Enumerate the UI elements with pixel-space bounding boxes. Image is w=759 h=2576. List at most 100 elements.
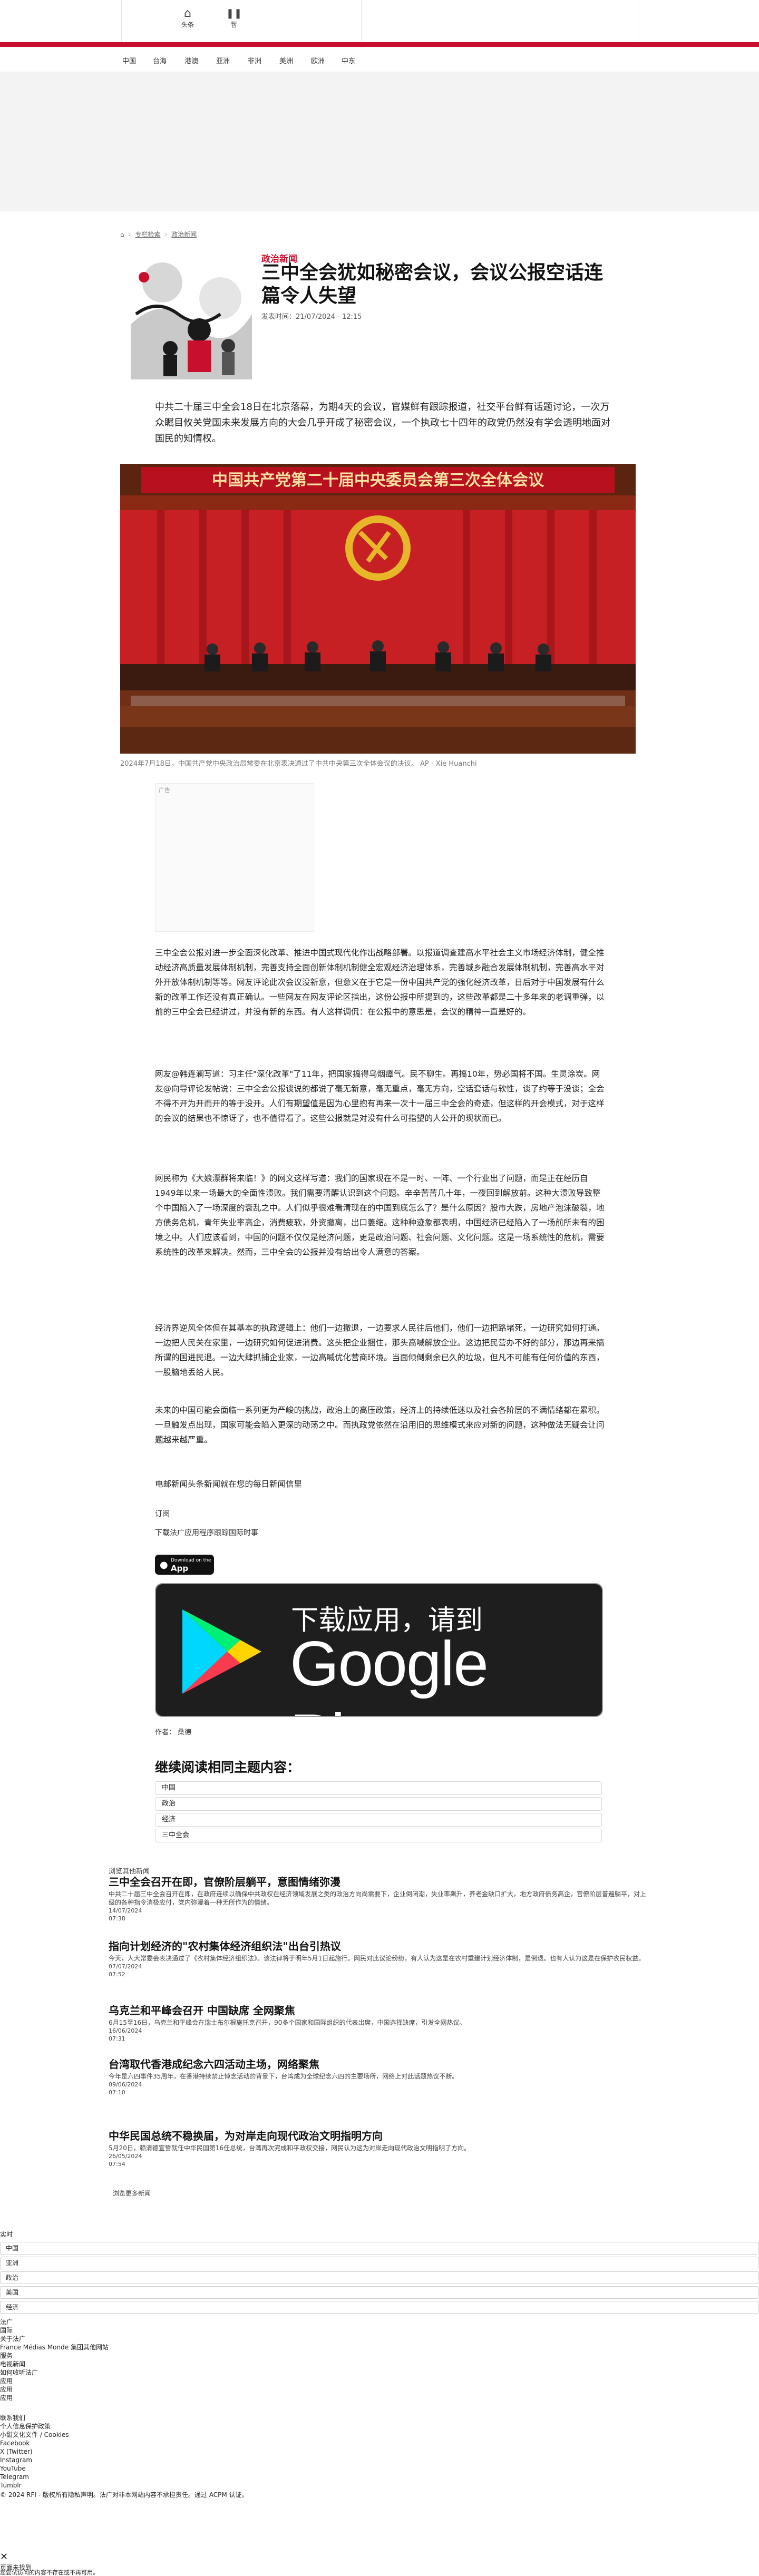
article-author: 作者： 桑德 (155, 1729, 192, 1736)
article-title: 三中全会犹如秘密会议，会议公报空话连篇令人失望 (261, 262, 604, 307)
news-time: 07:10 (109, 2089, 125, 2096)
nav-taiwan-strait[interactable]: 台海 (153, 55, 167, 65)
footer-copyright: © 2024 RFI - 版权所有隐私声明。法广对非本网站内容不承担责任。通过 … (0, 2491, 248, 2499)
footer-live-label: 实时 (0, 2231, 13, 2238)
footer-select-value: 亚洲 (6, 2259, 19, 2267)
footer-link[interactable]: 联系我们 (0, 2414, 25, 2422)
nav-americas[interactable]: 美洲 (279, 55, 293, 65)
news-date: 07/07/2024 (109, 1963, 142, 1970)
article-paragraph: 三中全会公报对进一步全面深化改革、推进中国式现代化作出战略部署。以报道调查建高水… (155, 948, 605, 1017)
footer-link[interactable]: 关于法广 (0, 2335, 25, 2343)
footer-link[interactable]: 应用 (0, 2394, 13, 2402)
footer-select[interactable]: 中国 (0, 2242, 759, 2255)
article-paragraph: 未来的中国可能会面临一系列更为严峻的挑战，政治上的高压政策，经济上的持续低迷以及… (155, 1406, 605, 1445)
footer-select[interactable]: 美国 (0, 2286, 759, 2299)
breadcrumb-home-icon[interactable]: ⌂ (120, 231, 124, 238)
related-tag[interactable]: 中国 (155, 1781, 602, 1795)
news-date: 14/07/2024 (109, 1907, 142, 1914)
footer-link[interactable]: 服务 (0, 2351, 13, 2360)
news-date: 26/05/2024 (109, 2153, 142, 2160)
article-photo: 中国共产党第二十届中央委员会第三次全体会议 (120, 464, 636, 754)
top-bar-divider (121, 0, 122, 42)
top-bar: ⌂ 头条 ❚❚ 暂 (0, 0, 759, 42)
app-store-label: App Store (171, 1564, 195, 1583)
news-summary: 今年是六四事件35周年，在香港持续禁止悼念活动的背景下，台湾成为全球纪念六四的主… (109, 2073, 459, 2080)
breadcrumb: ⌂ › 专栏检索 › 政治新闻 (120, 231, 197, 238)
nav-africa[interactable]: 非洲 (248, 55, 261, 65)
footer-social-telegram[interactable]: Telegram (0, 2473, 29, 2481)
footer-link[interactable]: 应用 (0, 2385, 13, 2394)
footer-link[interactable]: 电视新闻 (0, 2360, 25, 2368)
close-icon[interactable]: ✕ (0, 2552, 8, 2562)
news-date: 16/06/2024 (109, 2027, 142, 2034)
publish-date: 发表时间：21/07/2024 - 12:15 (261, 313, 362, 321)
footer-social-youtube[interactable]: YouTube (0, 2464, 26, 2473)
top-ad-slot (0, 72, 759, 211)
footer-social-facebook[interactable]: Facebook (0, 2439, 30, 2447)
footer-social-instagram[interactable]: Instagram (0, 2456, 32, 2464)
news-title: 指向计划经济的"农村集体经济组织法"出台引热议 (109, 1940, 341, 1953)
error-text: 您尝试访问的内容不存在或不再可用。 (0, 2569, 99, 2576)
news-time: 07:52 (109, 1971, 125, 1978)
pause-icon: ❚❚ (226, 8, 242, 19)
nav-china[interactable]: 中国 (122, 55, 136, 65)
top-bar-divider (361, 0, 362, 42)
related-tag-label: 政治 (162, 1800, 176, 1808)
newsletter-promo[interactable]: 电邮新闻头条新闻就在您的每日新闻信里 (155, 1477, 606, 1491)
news-summary: 今天，人大常委会表决通过了《农村集体经济组织法》。该法律将于明年5月1日起施行。… (109, 1955, 645, 1962)
news-time: 07:31 (109, 2035, 125, 2042)
footer-link[interactable]: 如何收听法广 (0, 2368, 38, 2377)
footer-select-value: 政治 (6, 2274, 19, 2281)
news-date: 09/06/2024 (109, 2081, 142, 2088)
related-tag-label: 中国 (162, 1784, 176, 1792)
footer-link[interactable]: 小甜文化文件 / Cookies (0, 2431, 69, 2439)
footer-select[interactable]: 经济 (0, 2301, 759, 2314)
related-tag[interactable]: 三中全会 (155, 1829, 602, 1842)
mid-ad-slot: 广告 (155, 783, 314, 932)
ad-label: 广告 (159, 787, 170, 794)
footer-link[interactable]: 法广 (0, 2318, 13, 2326)
news-item[interactable]: 中华民国总统不稳换届，为对岸走向现代政治文明指明方向 5月20日，赖清德宣誓就任… (109, 2129, 649, 2168)
more-news-link[interactable]: 浏览更多新闻 (113, 2189, 151, 2198)
breadcrumb-politics[interactable]: 政治新闻 (171, 231, 197, 238)
footer-link[interactable]: 应用 (0, 2377, 13, 2385)
nav-europe[interactable]: 欧洲 (311, 55, 325, 65)
footer-link[interactable]: France Médias Monde 集团其他网站 (0, 2343, 109, 2351)
footer-social-tumblr[interactable]: Tumblr (0, 2481, 22, 2490)
subscribe-link[interactable]: 订阅 (155, 1508, 170, 1519)
news-summary: 6月15至16日，乌克兰和平峰会在瑞士布尔根施托克召开，90多个国家和国际组织的… (109, 2019, 466, 2026)
news-item[interactable]: 乌克兰和平峰会召开 中国缺席 全网聚焦 6月15至16日，乌克兰和平峰会在瑞士布… (109, 2004, 649, 2043)
article-lead: 中共二十届三中全会18日在北京落幕，为期4天的会议，官媒鲜有跟踪报道，社交平台鲜… (155, 402, 610, 444)
related-heading: 继续阅读相同主题内容： (155, 1760, 300, 1775)
photo-caption: 2024年7月18日，中国共产党中央政治局常委在北京表决通过了中共中央第三次全体… (120, 760, 477, 768)
breadcrumb-columns[interactable]: 专栏检索 (135, 231, 160, 238)
nav-asia[interactable]: 亚洲 (216, 55, 230, 65)
footer-select[interactable]: 政治 (0, 2271, 759, 2284)
nav-middle-east[interactable]: 中东 (342, 55, 355, 65)
footer-social-x[interactable]: X (Twitter) (0, 2447, 33, 2456)
main-nav: 中国 台海 港澳 亚洲 非洲 美洲 欧洲 中东 (0, 47, 759, 72)
tab-pause[interactable]: ❚❚ 暂 (218, 7, 250, 29)
news-time: 07:38 (109, 1915, 125, 1922)
related-tag[interactable]: 经济 (155, 1813, 602, 1827)
brand-red-bar (0, 42, 759, 47)
google-play-banner[interactable]: 下载应用，请到 Google Play (155, 1583, 603, 1717)
column-illustration (120, 251, 253, 379)
news-title: 乌克兰和平峰会召开 中国缺席 全网聚焦 (109, 2004, 295, 2017)
footer-link[interactable]: 国际 (0, 2326, 13, 2335)
news-item[interactable]: 指向计划经济的"农村集体经济组织法"出台引热议 今天，人大常委会表决通过了《农村… (109, 1939, 649, 1978)
tab-pause-label: 暂 (230, 21, 237, 28)
news-summary: 5月20日，赖清德宣誓就任中华民国第16任总统，台湾再次完成和平政权交接，网民认… (109, 2144, 471, 2152)
latest-news-heading: 浏览其他新闻 (109, 1868, 150, 1876)
related-tag-label: 三中全会 (162, 1831, 190, 1839)
news-item[interactable]: 三中全会召开在即，官僚阶层躺平，意图情绪弥漫 中共二十届三中全会召开在即，在政府… (109, 1875, 649, 1923)
related-tag[interactable]: 政治 (155, 1797, 602, 1811)
footer-link[interactable]: 个人信息保护政策 (0, 2422, 51, 2431)
footer-select[interactable]: 亚洲 (0, 2257, 759, 2269)
app-store-button[interactable]: ● Download on the App Store (155, 1555, 214, 1583)
tab-headlines[interactable]: ⌂ 头条 (172, 7, 203, 29)
news-item[interactable]: 台湾取代香港成纪念六四活动主场，网络聚焦 今年是六四事件35周年，在香港持续禁止… (109, 2057, 649, 2096)
google-play-icon (182, 1609, 261, 1694)
nav-hk-macau[interactable]: 港澳 (184, 55, 198, 65)
footer-select-value: 美国 (6, 2289, 19, 2296)
